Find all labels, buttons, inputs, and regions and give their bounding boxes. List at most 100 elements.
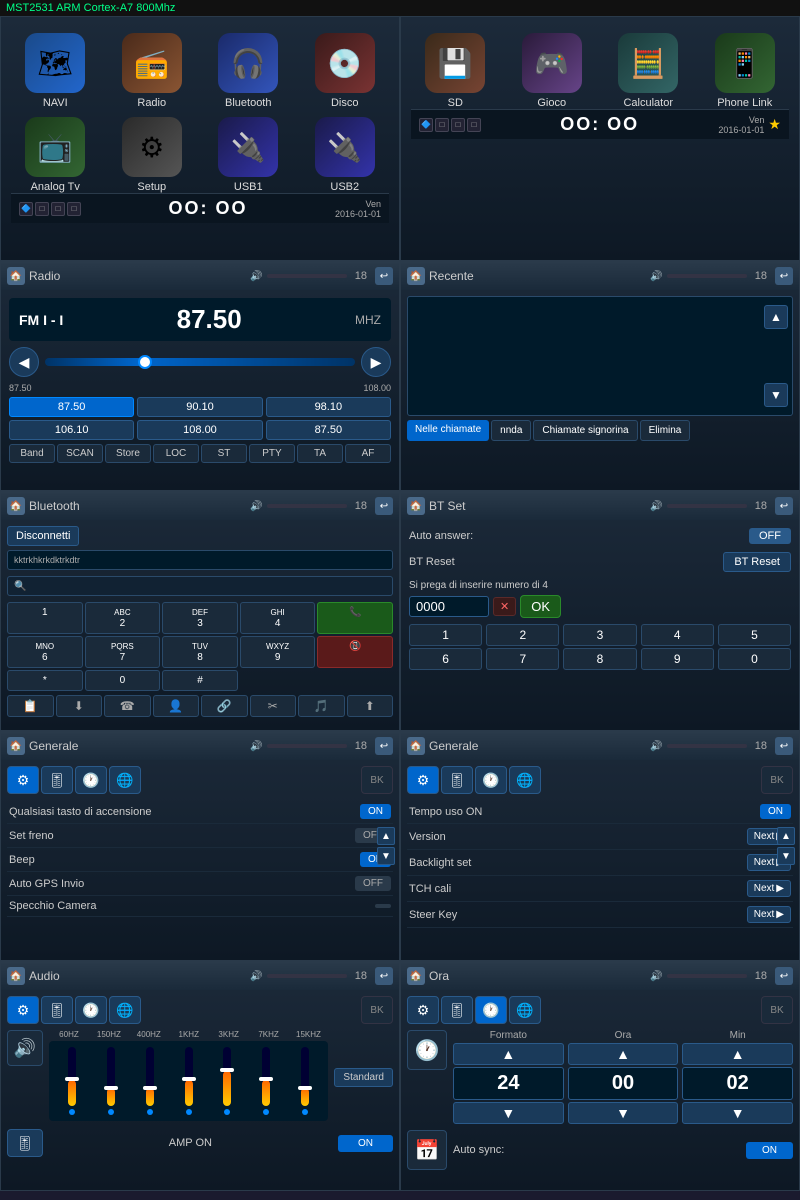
numpad-4[interactable]: GHI4 <box>240 602 316 634</box>
numpad-0[interactable]: 0 <box>85 670 161 691</box>
recente-back-btn[interactable]: ↩ <box>775 267 793 285</box>
radio-tuner-slider[interactable] <box>45 358 355 366</box>
gen1-home-icon[interactable]: 🏠 <box>7 737 25 755</box>
gen2-toggle-0[interactable]: ON <box>760 804 791 819</box>
audio-tab-clock[interactable]: 🕐 <box>75 996 107 1024</box>
radio-home-icon[interactable]: 🏠 <box>7 267 25 285</box>
numpad-2[interactable]: ABC2 <box>85 602 161 634</box>
btset-num-3[interactable]: 3 <box>563 624 636 646</box>
numpad-star[interactable]: * <box>7 670 83 691</box>
eq-bar-5[interactable] <box>249 1047 284 1115</box>
ora-bk[interactable]: BK <box>761 996 793 1024</box>
ctrl-scan[interactable]: SCAN <box>57 444 103 463</box>
home-icon-setup[interactable]: ⚙ Setup <box>108 117 197 193</box>
numpad-8[interactable]: TUV8 <box>162 636 238 668</box>
eq-bar-6[interactable] <box>288 1047 323 1115</box>
ctrl-st[interactable]: ST <box>201 444 247 463</box>
amp-toggle[interactable]: ON <box>338 1135 393 1152</box>
radio-vol-slider[interactable] <box>267 274 347 278</box>
gen2-tab-gear[interactable]: ⚙ <box>407 766 439 794</box>
preset-3[interactable]: 98.10 <box>266 397 391 417</box>
eq-bar-0[interactable] <box>55 1047 90 1115</box>
home-icon-phonelink[interactable]: 📱 Phone Link <box>701 33 790 109</box>
home-icon-calculator[interactable]: 🧮 Calculator <box>604 33 693 109</box>
home-icon-usb2[interactable]: 🔌 USB2 <box>301 117 390 193</box>
bt-action-0[interactable]: 📋 <box>7 695 54 717</box>
bt-action-7[interactable]: ⬆ <box>347 695 394 717</box>
min-up[interactable]: ▲ <box>682 1043 793 1065</box>
ora-tab-globe[interactable]: 🌐 <box>509 996 541 1024</box>
home-icon-radio[interactable]: 📻 Radio <box>108 33 197 109</box>
gen2-home-icon[interactable]: 🏠 <box>407 737 425 755</box>
btset-num-6[interactable]: 6 <box>409 648 482 670</box>
ctrl-af[interactable]: AF <box>345 444 391 463</box>
ora-tab-eq[interactable]: 🎚 <box>441 996 473 1024</box>
ctrl-loc[interactable]: LOC <box>153 444 199 463</box>
home-icon-dvd[interactable]: 💿 Disco <box>301 33 390 109</box>
gen1-tab-gear[interactable]: ⚙ <box>7 766 39 794</box>
tab-chiamate-signorina[interactable]: Chiamate signorina <box>533 420 637 441</box>
gen2-back-btn[interactable]: ↩ <box>775 737 793 755</box>
home-icon-navi[interactable]: 🗺 NAVI <box>11 33 100 109</box>
preset-5[interactable]: 108.00 <box>137 420 262 440</box>
bt-action-2[interactable]: ☎ <box>104 695 151 717</box>
gen1-tab-eq[interactable]: 🎚 <box>41 766 73 794</box>
home-icon-gioco[interactable]: 🎮 Gioco <box>508 33 597 109</box>
home-icon-usb1[interactable]: 🔌 USB1 <box>204 117 293 193</box>
btset-num-0[interactable]: 0 <box>718 648 791 670</box>
eq-bar-4[interactable] <box>210 1047 245 1115</box>
audio-vol-slider[interactable] <box>267 974 347 978</box>
gen2-scroll-up[interactable]: ▲ <box>777 827 795 845</box>
home-icon-tv[interactable]: 📺 Analog Tv <box>11 117 100 193</box>
audio-tab-eq[interactable]: 🎚 <box>41 996 73 1024</box>
gen1-bk[interactable]: BK <box>361 766 393 794</box>
ora-calendar-icon[interactable]: 📅 <box>407 1130 447 1170</box>
ora-home-icon[interactable]: 🏠 <box>407 967 425 985</box>
ora-tab-gear[interactable]: ⚙ <box>407 996 439 1024</box>
ora-up[interactable]: ▲ <box>568 1043 679 1065</box>
btset-num-5[interactable]: 5 <box>718 624 791 646</box>
numpad-hash[interactable]: # <box>162 670 238 691</box>
audio-home-icon[interactable]: 🏠 <box>7 967 25 985</box>
eq-bar-1[interactable] <box>94 1047 129 1115</box>
btset-num-1[interactable]: 1 <box>409 624 482 646</box>
radio-prev-btn[interactable]: ◀ <box>9 347 39 377</box>
tab-nelle-chiamate[interactable]: Nelle chiamate <box>407 420 489 441</box>
bt-home-icon[interactable]: 🏠 <box>7 497 25 515</box>
ora-tab-clock[interactable]: 🕐 <box>475 996 507 1024</box>
gen1-toggle-4[interactable] <box>375 904 391 908</box>
bt-back-btn[interactable]: ↩ <box>375 497 393 515</box>
ora-down[interactable]: ▼ <box>568 1102 679 1124</box>
bt-vol-slider[interactable] <box>267 504 347 508</box>
audio-tab-globe[interactable]: 🌐 <box>109 996 141 1024</box>
tab-elimina[interactable]: Elimina <box>640 420 691 441</box>
gen2-scroll-down[interactable]: ▼ <box>777 847 795 865</box>
ora-vol-slider[interactable] <box>667 974 747 978</box>
gen1-vol-slider[interactable] <box>267 744 347 748</box>
numpad-6[interactable]: MNO6 <box>7 636 83 668</box>
bt-action-3[interactable]: 👤 <box>153 695 200 717</box>
gen2-next-3[interactable]: Next ▶ <box>747 880 791 897</box>
btset-ok-btn[interactable]: OK <box>520 595 561 618</box>
audio-back-btn[interactable]: ↩ <box>375 967 393 985</box>
radio-next-btn[interactable]: ▶ <box>361 347 391 377</box>
preset-1[interactable]: 87.50 <box>9 397 134 417</box>
eq-bar-3[interactable] <box>171 1047 206 1115</box>
btset-pin-clear[interactable]: ✕ <box>493 597 516 616</box>
recente-scroll-up[interactable]: ▲ <box>764 305 788 329</box>
gen2-tab-globe[interactable]: 🌐 <box>509 766 541 794</box>
btset-num-7[interactable]: 7 <box>486 648 559 670</box>
numpad-7[interactable]: PQRS7 <box>85 636 161 668</box>
btset-vol-slider[interactable] <box>667 504 747 508</box>
gen2-tab-eq[interactable]: 🎚 <box>441 766 473 794</box>
gen1-back-btn[interactable]: ↩ <box>375 737 393 755</box>
bt-action-6[interactable]: 🎵 <box>298 695 345 717</box>
btset-autoanswer-toggle[interactable]: OFF <box>749 528 791 544</box>
formato-down[interactable]: ▼ <box>453 1102 564 1124</box>
numpad-1[interactable]: 1 <box>7 602 83 634</box>
numpad-call[interactable]: 📞 <box>317 602 393 634</box>
audio-bk[interactable]: BK <box>361 996 393 1024</box>
gen2-next-4[interactable]: Next ▶ <box>747 906 791 923</box>
recente-home-icon[interactable]: 🏠 <box>407 267 425 285</box>
ctrl-store[interactable]: Store <box>105 444 151 463</box>
